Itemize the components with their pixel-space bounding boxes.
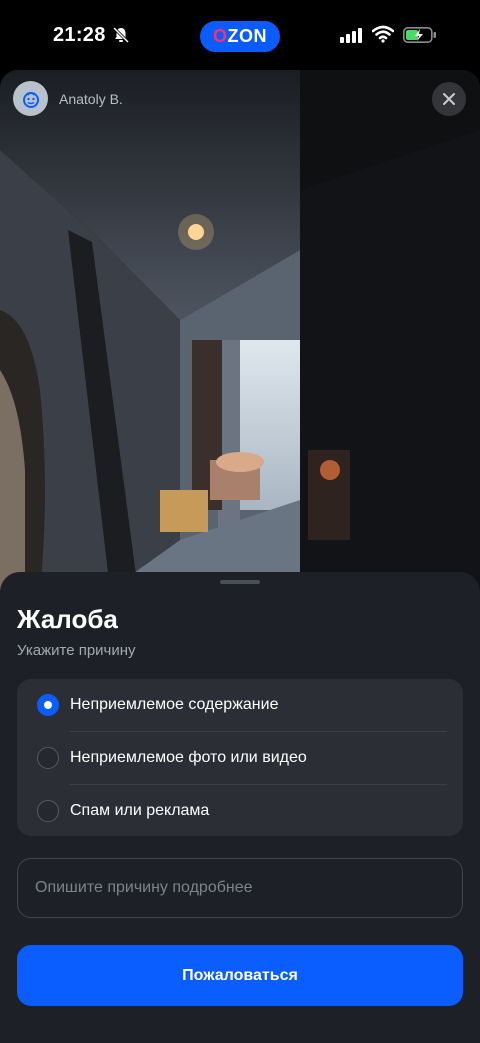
- close-button[interactable]: [432, 82, 466, 116]
- radio-button[interactable]: [37, 747, 59, 769]
- submit-button-label: Пожаловаться: [182, 966, 298, 984]
- avatar[interactable]: [13, 81, 48, 116]
- details-input[interactable]: Опишите причину подробнее: [17, 858, 463, 918]
- details-placeholder: Опишите причину подробнее: [35, 879, 253, 896]
- wifi-icon: [372, 25, 394, 43]
- ozon-logo-text: OZON: [212, 26, 267, 46]
- radio-button[interactable]: [37, 800, 59, 822]
- reason-option-label: Неприемлемое содержание: [70, 696, 279, 713]
- reason-option-inappropriate-content[interactable]: Неприемлемое содержание: [17, 679, 463, 731]
- status-bar: 21:28 OZON: [0, 0, 480, 70]
- ozon-app-badge[interactable]: OZON: [200, 21, 280, 52]
- sheet-title: Жалоба: [17, 604, 118, 634]
- sheet-grabber[interactable]: [220, 580, 260, 584]
- radio-button-selected[interactable]: [37, 694, 59, 716]
- reason-option-label: Спам или реклама: [70, 802, 210, 819]
- battery-charging-icon: [403, 27, 436, 43]
- status-time: 21:28: [53, 24, 106, 46]
- reason-options: Неприемлемое содержание Неприемлемое фот…: [17, 679, 463, 836]
- author-name: Anatoly B.: [59, 90, 123, 107]
- video-viewer[interactable]: Anatoly B.: [0, 70, 480, 590]
- video-frame: [0, 70, 480, 590]
- sheet-subtitle: Укажите причину: [17, 642, 136, 659]
- user-avatar-icon: [22, 91, 39, 108]
- bell-muted-icon: [112, 26, 130, 44]
- close-icon: [443, 93, 455, 105]
- reason-option-spam[interactable]: Спам или реклама: [17, 785, 463, 837]
- reason-option-label: Неприемлемое фото или видео: [70, 749, 307, 766]
- complaint-sheet: Жалоба Укажите причину Неприемлемое соде…: [0, 572, 480, 1043]
- submit-complaint-button[interactable]: Пожаловаться: [17, 945, 463, 1006]
- author-info[interactable]: Anatoly B.: [13, 81, 123, 116]
- cellular-signal-icon: [340, 28, 362, 43]
- reason-option-inappropriate-media[interactable]: Неприемлемое фото или видео: [17, 732, 463, 784]
